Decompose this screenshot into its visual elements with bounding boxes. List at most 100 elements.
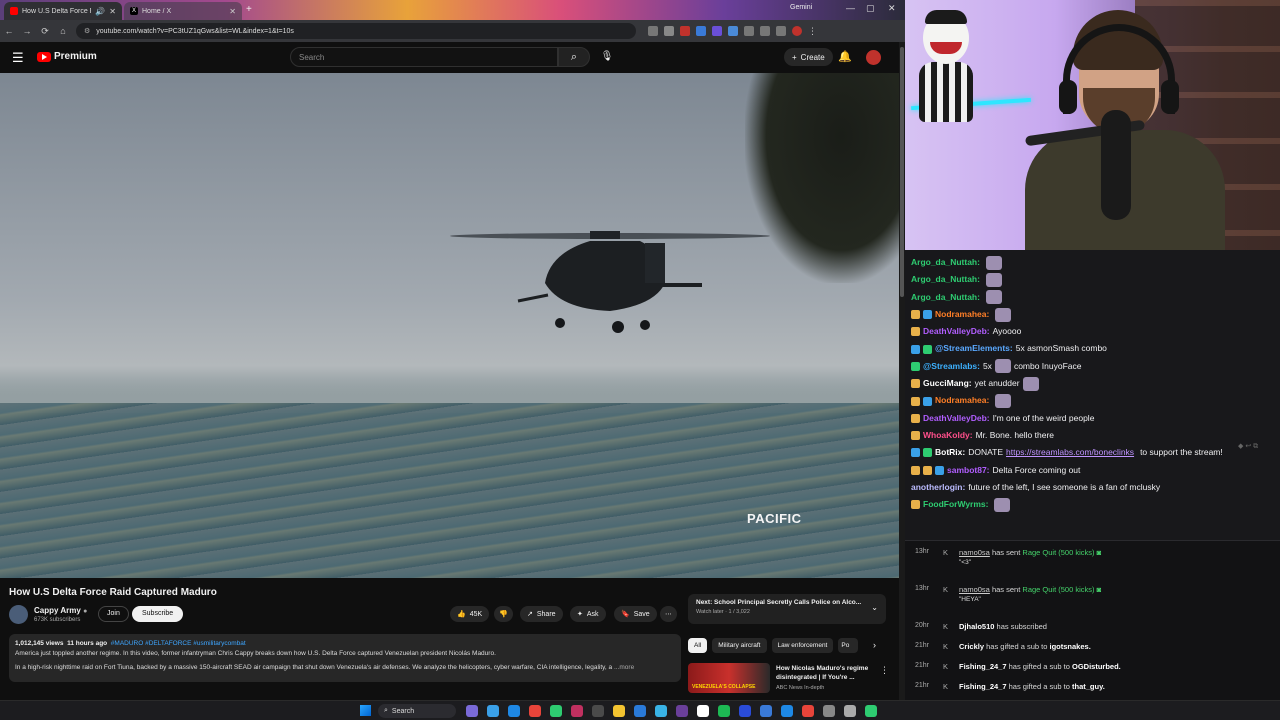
browser-tab-youtube[interactable]: How U.S Delta Force Raid C 🔊 ✕ bbox=[4, 2, 122, 20]
window-close-icon[interactable]: ✕ bbox=[888, 3, 896, 14]
more-actions-button[interactable]: ⋯ bbox=[660, 606, 677, 622]
chat-username[interactable]: Nodramahea: bbox=[935, 392, 989, 409]
profile-icon[interactable] bbox=[792, 26, 802, 36]
video-player[interactable]: PACIFIC bbox=[0, 73, 899, 578]
channel-avatar[interactable] bbox=[9, 605, 28, 624]
event-user[interactable]: namo0sa bbox=[959, 548, 990, 557]
taskbar-app-icon[interactable] bbox=[571, 705, 583, 717]
taskbar-search[interactable]: ⌕ Search bbox=[378, 704, 456, 718]
search-button[interactable]: ⌕ bbox=[558, 47, 590, 67]
chat-username[interactable]: @StreamElements: bbox=[935, 340, 1013, 357]
chat-username[interactable]: BotRix: bbox=[935, 444, 965, 461]
taskbar-app-icon[interactable] bbox=[508, 705, 520, 717]
chat-username[interactable]: anotherlogin: bbox=[911, 479, 965, 496]
gemini-window-tab[interactable]: Gemini bbox=[790, 4, 812, 11]
chat-link[interactable]: https://streamlabs.com/boneclinks bbox=[1006, 444, 1134, 461]
chat-username[interactable]: DeathValleyDeb: bbox=[923, 410, 990, 427]
taskbar-app-icon[interactable] bbox=[697, 705, 709, 717]
show-more-link[interactable]: ...more bbox=[614, 664, 634, 671]
ask-button[interactable]: ✦ Ask bbox=[570, 606, 606, 622]
chat-username[interactable]: @Streamlabs: bbox=[923, 358, 980, 375]
chip-all[interactable]: All bbox=[688, 638, 708, 653]
taskbar-app-icon[interactable] bbox=[739, 705, 751, 717]
chat-username[interactable]: Argo_da_Nuttah: bbox=[911, 254, 980, 271]
back-icon[interactable]: ← bbox=[0, 26, 18, 36]
chat-username[interactable]: sambot87: bbox=[947, 462, 990, 479]
video-description[interactable]: 1,012,145 views 11 hours ago #MADURO #DE… bbox=[9, 634, 681, 682]
more-vertical-icon[interactable]: ⋮ bbox=[880, 665, 889, 676]
chevron-down-icon[interactable]: ⌄ bbox=[871, 603, 878, 612]
forward-icon[interactable]: → bbox=[18, 26, 36, 36]
taskbar-app-icon[interactable] bbox=[844, 705, 856, 717]
maximize-icon[interactable]: ▢ bbox=[866, 3, 875, 14]
chevron-right-icon[interactable]: › bbox=[873, 640, 876, 650]
minimize-icon[interactable]: — bbox=[846, 3, 855, 13]
taskbar-app-icon[interactable] bbox=[655, 705, 667, 717]
event-user[interactable]: Fishing_24_7 bbox=[959, 662, 1007, 671]
voice-search-button[interactable]: 🎙 bbox=[596, 47, 618, 67]
hashtags[interactable]: #MADURO #DELTAFORCE #usmilitarycombat bbox=[111, 640, 246, 647]
share-button[interactable]: ↗ Share bbox=[520, 606, 563, 622]
browser-menu-icon[interactable]: ⋮ bbox=[808, 26, 818, 36]
taskbar-app-icon[interactable] bbox=[802, 705, 814, 717]
recommended-thumbnail[interactable]: VENEZUELA'S COLLAPSE bbox=[688, 663, 770, 693]
home-icon[interactable]: ⌂ bbox=[54, 26, 72, 36]
chip-law-enforcement[interactable]: Law enforcement bbox=[771, 638, 834, 653]
extensions-puzzle-icon[interactable] bbox=[760, 26, 770, 36]
event-user[interactable]: namo0sa bbox=[959, 585, 990, 594]
windows-start-icon[interactable] bbox=[360, 705, 371, 716]
chat-username[interactable]: Argo_da_Nuttah: bbox=[911, 289, 980, 306]
chat-username[interactable]: FoodForWyrms: bbox=[923, 496, 988, 513]
channel-name[interactable]: Cappy Army ● bbox=[34, 606, 87, 615]
site-info-icon[interactable]: ⚙ bbox=[84, 27, 90, 35]
browser-tab-x[interactable]: X Home / X ✕ bbox=[124, 2, 242, 20]
tab-close-icon[interactable]: ✕ bbox=[229, 7, 236, 16]
tab-audio-icon[interactable]: 🔊 bbox=[95, 7, 105, 16]
save-button[interactable]: 🔖 Save bbox=[614, 606, 657, 622]
create-button[interactable]: + Create bbox=[784, 48, 833, 66]
extension-icon[interactable] bbox=[696, 26, 706, 36]
taskbar-app-icon[interactable] bbox=[760, 705, 772, 717]
taskbar-app-icon[interactable] bbox=[613, 705, 625, 717]
chat-username[interactable]: Argo_da_Nuttah: bbox=[911, 271, 980, 288]
youtube-logo[interactable]: Premium bbox=[37, 51, 97, 62]
taskbar-app-icon[interactable] bbox=[823, 705, 835, 717]
event-user[interactable]: Fishing_24_7 bbox=[959, 682, 1007, 691]
recommended-title[interactable]: How Nicolas Maduro's regime disintegrate… bbox=[776, 664, 876, 682]
tab-search-icon[interactable] bbox=[776, 26, 786, 36]
menu-icon[interactable]: ☰ bbox=[12, 50, 24, 66]
bookmark-star-icon[interactable] bbox=[664, 26, 674, 36]
scrollbar-thumb[interactable] bbox=[900, 47, 904, 297]
taskbar-app-icon[interactable] bbox=[865, 705, 877, 717]
taskbar-app-icon[interactable] bbox=[676, 705, 688, 717]
chip-po[interactable]: Po bbox=[838, 638, 859, 653]
taskbar-app-icon[interactable] bbox=[487, 705, 499, 717]
taskbar-app-icon[interactable] bbox=[634, 705, 646, 717]
taskbar-app-icon[interactable] bbox=[718, 705, 730, 717]
taskbar-app-icon[interactable] bbox=[781, 705, 793, 717]
chat-username[interactable]: WhoaKoldy: bbox=[923, 427, 973, 444]
chat-username[interactable]: GucciMang: bbox=[923, 375, 972, 392]
notifications-bell-icon[interactable]: 🔔 bbox=[838, 50, 852, 63]
tab-close-icon[interactable]: ✕ bbox=[109, 7, 116, 16]
taskbar-app-icon[interactable] bbox=[529, 705, 541, 717]
extension-icon[interactable] bbox=[744, 26, 754, 36]
search-input[interactable]: Search bbox=[290, 47, 558, 67]
chat-username[interactable]: DeathValleyDeb: bbox=[923, 323, 990, 340]
account-avatar[interactable] bbox=[866, 50, 881, 65]
extension-icon[interactable] bbox=[680, 26, 690, 36]
extension-icon[interactable] bbox=[712, 26, 722, 36]
join-button[interactable]: Join bbox=[98, 606, 129, 622]
chat-username[interactable]: Nodramahea: bbox=[935, 306, 989, 323]
chat-message-tools[interactable]: ◆ ↩ ⧉ bbox=[1238, 442, 1272, 451]
subscribe-button[interactable]: Subscribe bbox=[132, 606, 184, 622]
taskbar-app-icon[interactable] bbox=[592, 705, 604, 717]
extension-icon[interactable] bbox=[728, 26, 738, 36]
event-user[interactable]: Djhalo510 bbox=[959, 622, 994, 631]
event-user[interactable]: Crickly bbox=[959, 642, 984, 651]
chip-military-aircraft[interactable]: Military aircraft bbox=[712, 638, 767, 653]
like-button[interactable]: 👍 45K bbox=[450, 606, 490, 622]
taskbar-app-icon[interactable] bbox=[550, 705, 562, 717]
playlist-next-box[interactable]: Next: School Principal Secretly Calls Po… bbox=[688, 594, 886, 624]
taskbar-app-icon[interactable] bbox=[466, 705, 478, 717]
